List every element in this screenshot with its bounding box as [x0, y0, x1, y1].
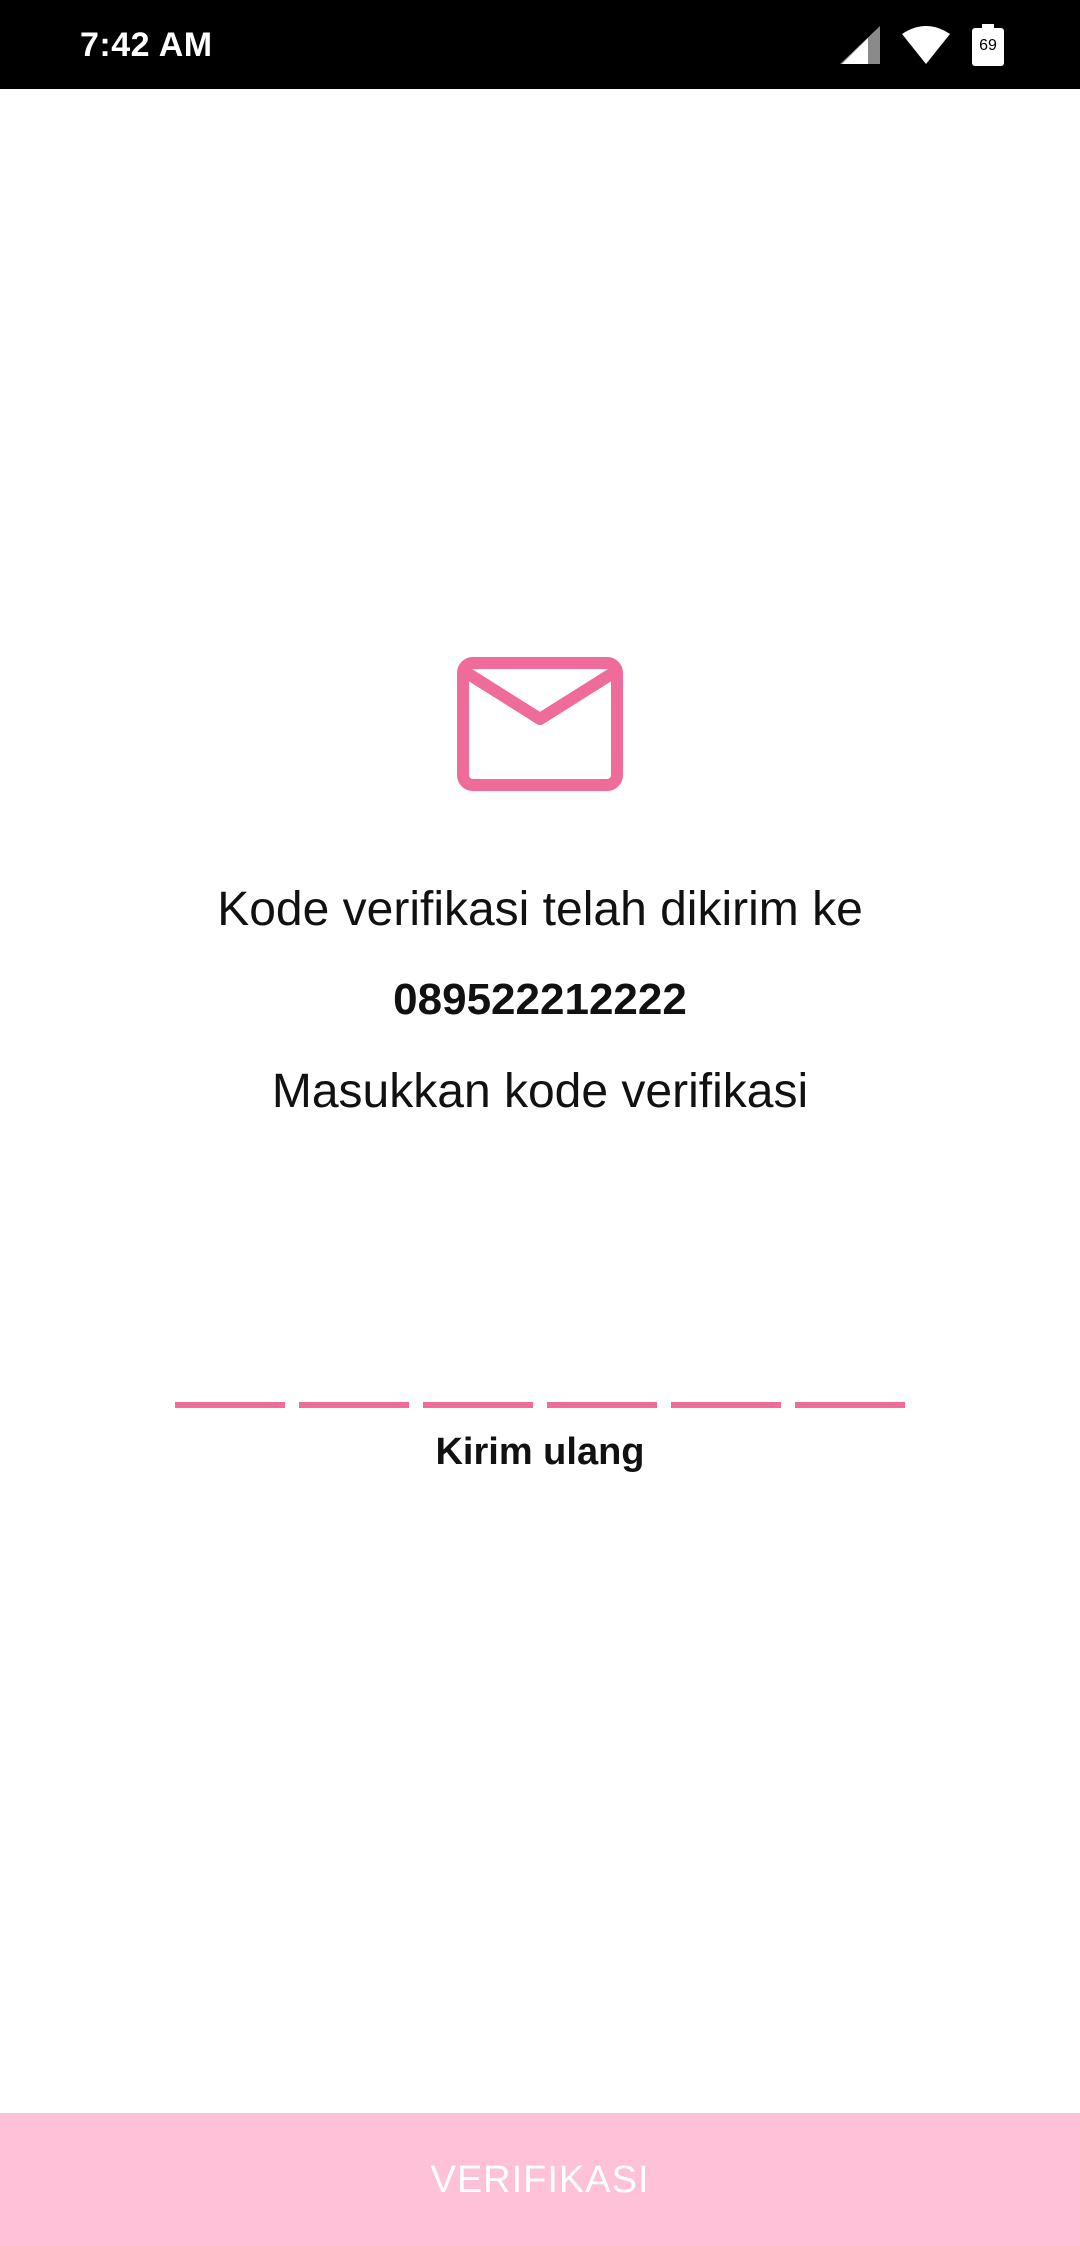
otp-digit-6[interactable]	[795, 1350, 905, 1408]
otp-digit-1[interactable]	[175, 1350, 285, 1408]
otp-input[interactable]	[175, 1350, 905, 1408]
wifi-icon	[902, 26, 950, 64]
resend-code-link[interactable]: Kirim ulang	[0, 1431, 1080, 1474]
verification-content: Kode verifikasi telah dikirim ke 0895222…	[0, 89, 1080, 2113]
verification-screen: 7:42 AM 69 Kode verifikasi telah dikirim…	[0, 0, 1080, 2246]
status-bar: 7:42 AM 69	[0, 0, 1080, 89]
code-sent-message: Kode verifikasi telah dikirim ke	[217, 883, 863, 936]
battery-level-text: 69	[979, 37, 997, 54]
battery-icon: 69	[972, 24, 1004, 66]
mail-icon	[457, 657, 623, 791]
otp-digit-5[interactable]	[671, 1350, 781, 1408]
otp-digit-2[interactable]	[299, 1350, 409, 1408]
phone-number: 089522212222	[393, 975, 687, 1024]
otp-digit-3[interactable]	[423, 1350, 533, 1408]
status-time: 7:42 AM	[80, 26, 213, 64]
otp-digit-4[interactable]	[547, 1350, 657, 1408]
status-icons: 69	[840, 24, 1004, 66]
cellular-signal-icon	[840, 26, 880, 64]
verify-button[interactable]: VERIFIKASI	[0, 2113, 1080, 2246]
enter-code-prompt: Masukkan kode verifikasi	[271, 1065, 809, 1118]
